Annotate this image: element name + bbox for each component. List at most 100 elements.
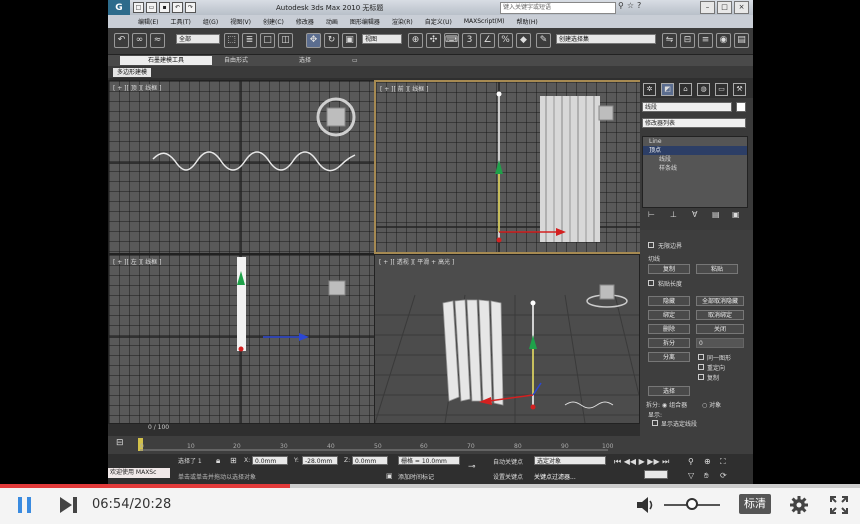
object-name-field[interactable]: 线段	[642, 102, 732, 112]
create-tab-icon[interactable]: ✲	[643, 83, 656, 96]
next-icon[interactable]	[60, 497, 78, 513]
remove-modifier-icon[interactable]: ▤	[712, 210, 720, 219]
ribbon-toggle-icon[interactable]: ▭	[346, 56, 364, 65]
playback-controls[interactable]: ⏮ ◀◀ ▶ ▶▶ ⏭	[614, 457, 669, 467]
absolute-mode-icon[interactable]: ⊞	[230, 456, 237, 465]
stack-item-vertex[interactable]: 顶点	[643, 146, 747, 155]
orbit-icon[interactable]: ⟳	[720, 471, 727, 480]
zoom-icon[interactable]: ⚲	[688, 457, 694, 466]
timeline[interactable]: ⊟ 0 10 20 30 40 50 60 70 80 90 100	[108, 436, 753, 454]
reference-coord-dropdown[interactable]: 视图	[362, 34, 402, 44]
menu-tools[interactable]: 工具(T)	[170, 17, 190, 26]
named-selection-dropdown[interactable]: 创建选择集	[556, 34, 656, 44]
y-coordinate-field[interactable]: -28.0mm	[302, 456, 338, 465]
search-input[interactable]: 键入关键字或短语	[500, 2, 616, 14]
zoom-all-icon[interactable]: ⊕	[704, 457, 711, 466]
viewport-top[interactable]: [ + ][ 顶 ][ 线框 ]	[108, 80, 375, 254]
volume-icon[interactable]	[636, 496, 656, 514]
binoculars-icon[interactable]: ⚲	[618, 1, 624, 10]
show-end-result-icon[interactable]: ⊥	[670, 210, 677, 219]
edit-named-sel-icon[interactable]: ✎	[536, 33, 551, 48]
copy-tangent-button[interactable]: 复制	[648, 264, 690, 274]
quality-button[interactable]: 标清	[739, 494, 771, 514]
menu-animation[interactable]: 动画	[326, 17, 338, 26]
pin-stack-icon[interactable]: ⊢	[648, 210, 655, 219]
divide-button[interactable]: 拆分	[648, 338, 690, 348]
key-icon[interactable]: ⊸	[468, 462, 476, 472]
menu-rendering[interactable]: 渲染(R)	[392, 17, 413, 26]
tab-selection[interactable]: 选择	[293, 56, 317, 65]
menu-group[interactable]: 组(G)	[203, 17, 218, 26]
zoom-extents-icon[interactable]: ⛶	[720, 457, 726, 467]
divide-spinner[interactable]: 0	[696, 338, 744, 348]
modify-tab-icon[interactable]: ◩	[661, 83, 674, 96]
stack-item-line[interactable]: Line	[643, 137, 747, 146]
menu-modifiers[interactable]: 修改器	[296, 17, 314, 26]
minimize-icon[interactable]: –	[700, 1, 715, 14]
display-tab-icon[interactable]: ▭	[715, 83, 728, 96]
auto-key-button[interactable]: 自动关键点	[493, 457, 523, 466]
window-crossing-icon[interactable]: ◫	[278, 33, 293, 48]
select-manipulate-icon[interactable]: ✣	[426, 33, 441, 48]
utilities-tab-icon[interactable]: ⚒	[733, 83, 746, 96]
menu-customize[interactable]: 自定义(U)	[425, 17, 452, 26]
reorient-checkbox[interactable]	[698, 364, 704, 370]
settings-gear-icon[interactable]	[789, 495, 809, 515]
viewport-left[interactable]: [ + ][ 左 ][ 线框 ]	[108, 254, 375, 424]
selection-filter-dropdown[interactable]: 全部	[176, 34, 220, 44]
move-icon[interactable]: ✥	[306, 33, 321, 48]
unbind-button[interactable]: 取消绑定	[696, 310, 744, 320]
new-file-icon[interactable]: □	[133, 2, 144, 13]
current-frame-field[interactable]	[644, 470, 668, 479]
undo-icon[interactable]: ↶	[172, 2, 183, 13]
hide-button[interactable]: 隐藏	[648, 296, 690, 306]
menu-graph-editors[interactable]: 图形编辑器	[350, 17, 380, 26]
align-icon[interactable]: ⊟	[680, 33, 695, 48]
modifier-list-dropdown[interactable]: 修改器列表	[642, 118, 746, 128]
bind-spacewarp-icon[interactable]: ≈	[150, 33, 165, 48]
percent-snap-icon[interactable]: %	[498, 33, 513, 48]
spinner-snap-icon[interactable]: ◆	[516, 33, 531, 48]
progress-fill[interactable]	[0, 484, 290, 488]
close-icon[interactable]: ×	[734, 1, 749, 14]
menu-views[interactable]: 视图(V)	[230, 17, 251, 26]
detach-button[interactable]: 分离	[648, 352, 690, 362]
set-key-button[interactable]: 设置关键点	[493, 472, 523, 481]
menu-maxscript[interactable]: MAXScript(M)	[464, 18, 505, 25]
fullscreen-icon[interactable]	[829, 495, 849, 515]
close-button[interactable]: 关闭	[696, 324, 744, 334]
render-icon[interactable]: ▤	[734, 33, 749, 48]
tab-freeform[interactable]: 自由形式	[218, 56, 254, 65]
viewport-label-persp[interactable]: [ + ][ 透视 ][ 平滑 + 高光 ]	[379, 257, 454, 266]
menu-help[interactable]: 帮助(H)	[517, 17, 538, 26]
same-shape-checkbox[interactable]	[698, 354, 704, 360]
app-logo[interactable]: G	[108, 0, 130, 15]
tab-polygon-modeling[interactable]: 多边形建模	[113, 68, 152, 77]
key-filters-button[interactable]: 关键点过滤器...	[534, 472, 576, 481]
help-icon[interactable]: ?	[637, 1, 641, 10]
field-of-view-icon[interactable]: ▽	[688, 471, 694, 480]
link-icon[interactable]: ∞	[132, 33, 147, 48]
select-by-name-icon[interactable]: ≣	[242, 33, 257, 48]
select-object-icon[interactable]: ⬚	[224, 33, 239, 48]
z-coordinate-field[interactable]: 0.0mm	[352, 456, 388, 465]
viewport-label-left[interactable]: [ + ][ 左 ][ 线框 ]	[113, 257, 162, 266]
time-tag-icon[interactable]: ▣	[386, 472, 393, 480]
split-radio-b[interactable]: ○ 对象	[702, 400, 721, 409]
lock-icon[interactable]: 🔒︎	[216, 456, 220, 466]
delete-button[interactable]: 删除	[648, 324, 690, 334]
copy-checkbox[interactable]	[698, 374, 704, 380]
maximize-icon[interactable]: □	[717, 1, 732, 14]
scale-icon[interactable]: ▣	[342, 33, 357, 48]
open-file-icon[interactable]: ▭	[146, 2, 157, 13]
menu-create[interactable]: 创建(C)	[263, 17, 284, 26]
selected-object-dropdown[interactable]: 选定对象	[534, 456, 606, 465]
show-selected-checkbox[interactable]	[652, 420, 658, 426]
viewport-perspective[interactable]: [ + ][ 透视 ][ 平滑 + 高光 ]	[374, 254, 640, 424]
select-button[interactable]: 选择	[648, 386, 690, 396]
keyboard-shortcut-icon[interactable]: ⌨	[444, 33, 459, 48]
viewport-front[interactable]: [ + ][ 前 ][ 线框 ]	[374, 80, 642, 254]
pivot-center-icon[interactable]: ⊕	[408, 33, 423, 48]
pause-icon[interactable]	[18, 497, 32, 513]
menu-edit[interactable]: 编辑(E)	[138, 17, 158, 26]
